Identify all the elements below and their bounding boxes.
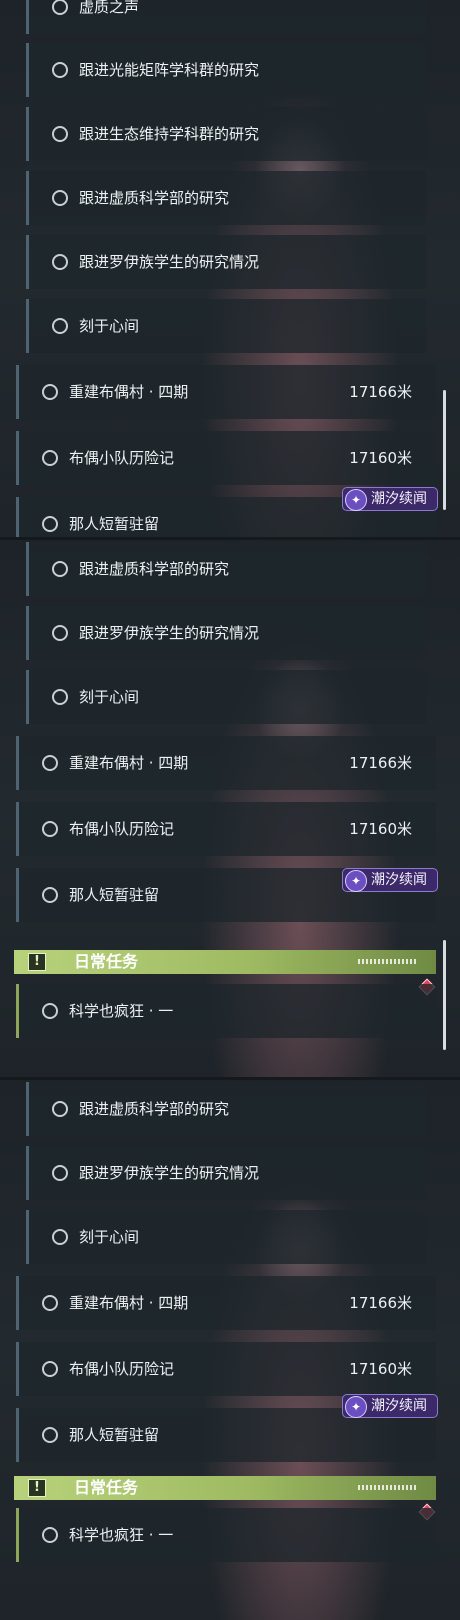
- ring-icon: [52, 318, 68, 334]
- tidal-news-badge[interactable]: ✦ 潮汐续闻: [342, 487, 438, 511]
- quest-label: 那人短暂驻留: [69, 515, 160, 533]
- quest-item-main[interactable]: 布偶小队历险记 17160米: [16, 431, 436, 485]
- scrollbar[interactable]: [443, 940, 446, 1050]
- quest-distance: 17160米: [349, 820, 412, 838]
- ring-icon: [52, 1101, 68, 1117]
- ring-icon: [42, 1361, 58, 1377]
- ring-icon: [42, 1527, 58, 1543]
- quest-label: 跟进虚质科学部的研究: [79, 189, 230, 207]
- ring-icon: [42, 887, 58, 903]
- quest-item[interactable]: 刻于心间: [26, 670, 426, 724]
- ring-icon: [52, 0, 68, 15]
- ring-icon: [42, 821, 58, 837]
- quest-label: 刻于心间: [79, 688, 140, 706]
- daily-quest-item[interactable]: 科学也疯狂 · 一: [16, 984, 436, 1038]
- header-decoration: [358, 1485, 418, 1490]
- quest-item-main[interactable]: 布偶小队历险记 17160米: [16, 802, 436, 856]
- quest-item[interactable]: 刻于心间: [26, 299, 426, 353]
- quest-item[interactable]: 跟进虚质科学部的研究: [26, 1082, 426, 1136]
- badge-label: 潮汐续闻: [371, 1398, 427, 1414]
- quest-label: 布偶小队历险记: [69, 820, 175, 838]
- daily-quest-item[interactable]: 科学也疯狂 · 一: [16, 1508, 436, 1562]
- feather-icon: ✦: [345, 1396, 367, 1418]
- quest-item[interactable]: 跟进虚质科学部的研究: [26, 542, 426, 596]
- tidal-news-badge[interactable]: ✦ 潮汐续闻: [342, 868, 438, 892]
- quest-item[interactable]: 跟进罗伊族学生的研究情况: [26, 1146, 426, 1200]
- quest-item[interactable]: 跟进罗伊族学生的研究情况: [26, 606, 426, 660]
- quest-label: 布偶小队历险记: [69, 449, 175, 467]
- ring-icon: [52, 126, 68, 142]
- daily-tasks-title: 日常任务: [74, 1478, 139, 1497]
- quest-item[interactable]: 刻于心间: [26, 1210, 426, 1264]
- quest-item-main[interactable]: 重建布偶村 · 四期 17166米: [16, 1276, 436, 1330]
- quest-item[interactable]: 跟进罗伊族学生的研究情况: [26, 235, 426, 289]
- tidal-news-badge[interactable]: ✦ 潮汐续闻: [342, 1394, 438, 1418]
- quest-label: 那人短暂驻留: [69, 886, 160, 904]
- badge-label: 潮汐续闻: [371, 872, 427, 888]
- ring-icon: [52, 1229, 68, 1245]
- quest-list-panel-1: 虚质之声 跟进光能矩阵学科群的研究 跟进生态维持学科群的研究 跟进虚质科学部的研…: [0, 0, 460, 540]
- quest-label: 重建布偶村 · 四期: [69, 754, 189, 772]
- scrollbar[interactable]: [443, 390, 446, 510]
- quest-label: 跟进虚质科学部的研究: [79, 560, 230, 578]
- quest-label: 重建布偶村 · 四期: [69, 1294, 189, 1312]
- quest-distance: 17166米: [349, 383, 412, 401]
- daily-tasks-header[interactable]: ! 日常任务: [14, 950, 436, 974]
- daily-tasks-header[interactable]: ! 日常任务: [14, 1476, 436, 1500]
- quest-label: 跟进虚质科学部的研究: [79, 1100, 230, 1118]
- badge-label: 潮汐续闻: [371, 491, 427, 507]
- quest-distance: 17160米: [349, 1360, 412, 1378]
- ring-icon: [52, 254, 68, 270]
- ring-icon: [42, 450, 58, 466]
- daily-tasks-title: 日常任务: [74, 952, 139, 971]
- quest-distance: 17160米: [349, 449, 412, 467]
- quest-label: 重建布偶村 · 四期: [69, 383, 189, 401]
- quest-label: 跟进光能矩阵学科群的研究: [79, 61, 260, 79]
- quest-label: 刻于心间: [79, 317, 140, 335]
- exclamation-icon: !: [28, 1479, 46, 1497]
- quest-distance: 17166米: [349, 1294, 412, 1312]
- quest-item[interactable]: 跟进虚质科学部的研究: [26, 171, 426, 225]
- ring-icon: [42, 384, 58, 400]
- quest-label: 刻于心间: [79, 1228, 140, 1246]
- quest-item-main[interactable]: 布偶小队历险记 17160米: [16, 1342, 436, 1396]
- exclamation-icon: !: [28, 953, 46, 971]
- quest-label: 跟进生态维持学科群的研究: [79, 125, 260, 143]
- feather-icon: ✦: [345, 870, 367, 892]
- quest-list-panel-2: 跟进虚质科学部的研究 跟进罗伊族学生的研究情况 刻于心间 重建布偶村 · 四期 …: [0, 540, 460, 1080]
- quest-distance: 17166米: [349, 754, 412, 772]
- quest-label: 跟进罗伊族学生的研究情况: [79, 1164, 260, 1182]
- quest-item[interactable]: 虚质之声: [26, 0, 426, 34]
- ring-icon: [42, 1003, 58, 1019]
- ring-icon: [42, 1427, 58, 1443]
- ring-icon: [52, 625, 68, 641]
- quest-label: 跟进罗伊族学生的研究情况: [79, 253, 260, 271]
- quest-label: 跟进罗伊族学生的研究情况: [79, 624, 260, 642]
- quest-label: 科学也疯狂 · 一: [69, 1002, 174, 1020]
- quest-label: 那人短暂驻留: [69, 1426, 160, 1444]
- quest-item[interactable]: 跟进生态维持学科群的研究: [26, 107, 426, 161]
- ring-icon: [42, 1295, 58, 1311]
- header-decoration: [358, 959, 418, 964]
- ring-icon: [52, 62, 68, 78]
- quest-list-panel-3: 跟进虚质科学部的研究 跟进罗伊族学生的研究情况 刻于心间 重建布偶村 · 四期 …: [0, 1080, 460, 1620]
- quest-item-main[interactable]: 重建布偶村 · 四期 17166米: [16, 736, 436, 790]
- ring-icon: [52, 190, 68, 206]
- ring-icon: [52, 561, 68, 577]
- ring-icon: [52, 1165, 68, 1181]
- ring-icon: [52, 689, 68, 705]
- quest-item-main[interactable]: 重建布偶村 · 四期 17166米: [16, 365, 436, 419]
- quest-label: 布偶小队历险记: [69, 1360, 175, 1378]
- ring-icon: [42, 755, 58, 771]
- ring-icon: [42, 516, 58, 532]
- quest-item[interactable]: 跟进光能矩阵学科群的研究: [26, 43, 426, 97]
- quest-label: 虚质之声: [79, 0, 140, 16]
- quest-label: 科学也疯狂 · 一: [69, 1526, 174, 1544]
- feather-icon: ✦: [345, 489, 367, 511]
